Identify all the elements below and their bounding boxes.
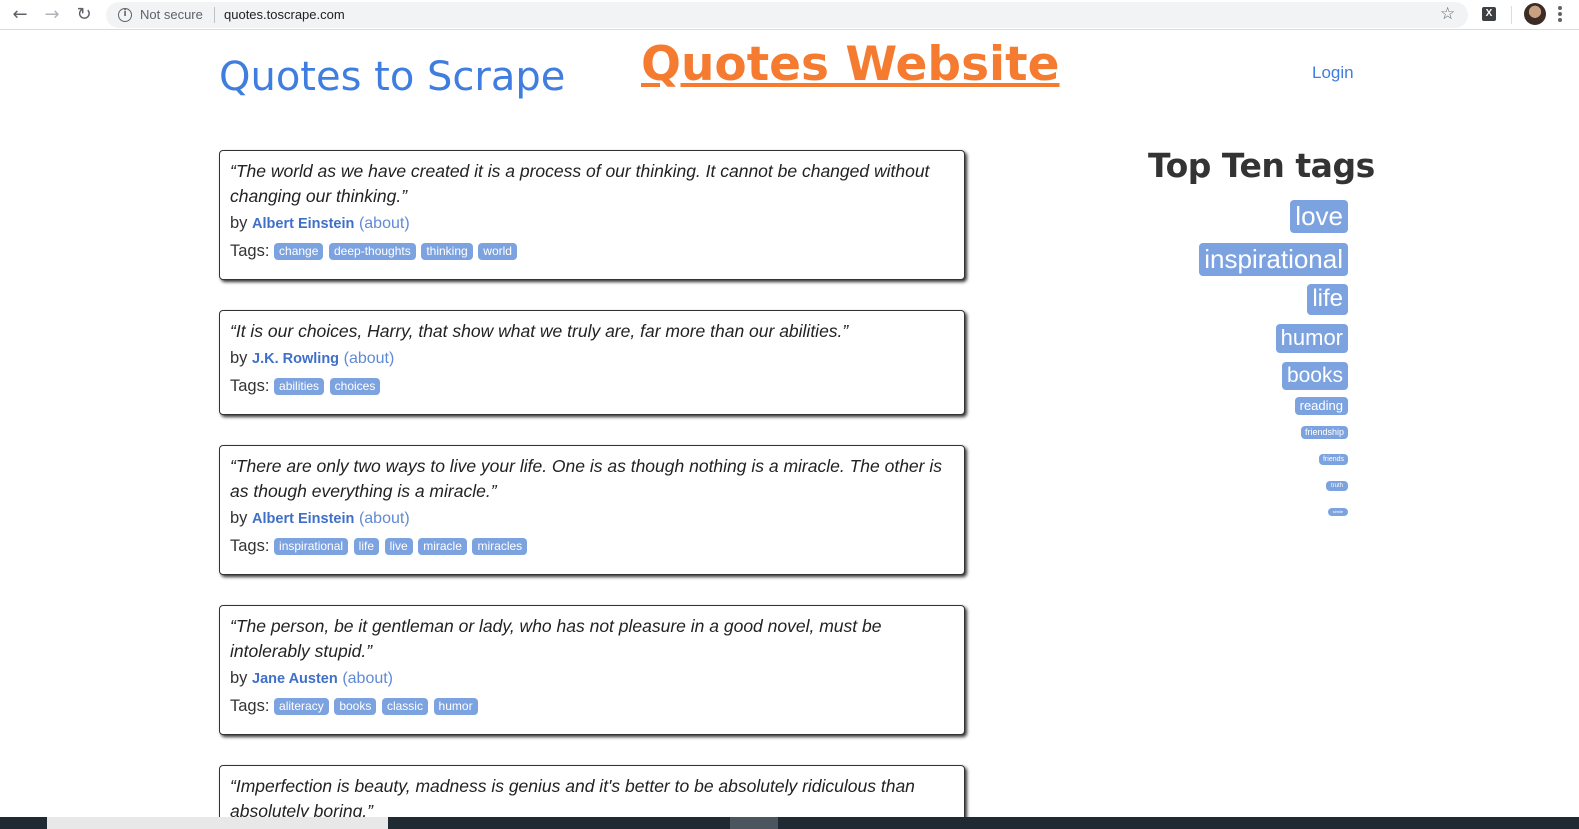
extension-icon[interactable]: X [1482, 7, 1496, 21]
login-link[interactable]: Login [1312, 63, 1354, 83]
top-tag-inspirational[interactable]: inspirational [1199, 243, 1348, 276]
tag-link[interactable]: deep-thoughts [329, 243, 416, 261]
by-label: by [230, 509, 248, 527]
top-tag-friends[interactable]: friends [1318, 454, 1348, 465]
tags-line: Tags: abilities choices [230, 377, 954, 396]
tag-link[interactable]: miracles [472, 538, 528, 556]
author-line: by Albert Einstein (about) [230, 509, 954, 528]
info-icon[interactable]: i [118, 8, 132, 22]
tag-link[interactable]: abilities [274, 378, 325, 396]
about-link[interactable]: (about) [359, 215, 410, 232]
profile-avatar[interactable] [1524, 3, 1546, 25]
author-name: Jane Austen [252, 671, 338, 687]
tag-link[interactable]: books [334, 698, 377, 716]
quote-text: “It is our choices, Harry, that show wha… [230, 321, 849, 341]
address-divider [214, 7, 215, 23]
top-tags-heading: Top Ten tags [1148, 146, 1375, 185]
quote-card: “There are only two ways to live your li… [219, 445, 965, 575]
quote-text: “The world as we have created it is a pr… [230, 161, 930, 206]
quote-card: “The person, be it gentleman or lady, wh… [219, 605, 965, 735]
os-taskbar [0, 817, 1579, 829]
tags-line: Tags: aliteracy books classic humor [230, 697, 954, 716]
url-text[interactable]: quotes.toscrape.com [224, 7, 345, 22]
quote-text: “The person, be it gentleman or lady, wh… [230, 616, 882, 661]
quote-text: “There are only two ways to live your li… [230, 456, 942, 501]
about-link[interactable]: (about) [344, 350, 395, 367]
tag-link[interactable]: life [353, 538, 380, 556]
author-line: by Albert Einstein (about) [230, 214, 954, 233]
tags-label: Tags: [230, 537, 270, 555]
by-label: by [230, 214, 248, 232]
tags-line: Tags: change deep-thoughts thinking worl… [230, 242, 954, 261]
top-tag-life[interactable]: life [1307, 284, 1348, 315]
tag-link[interactable]: world [478, 243, 517, 261]
security-status[interactable]: Not secure [140, 7, 203, 22]
about-link[interactable]: (about) [342, 670, 393, 687]
by-label: by [230, 669, 248, 687]
toolbar-divider [1511, 6, 1512, 24]
author-name: J.K. Rowling [252, 351, 340, 367]
author-line: by Jane Austen (about) [230, 669, 954, 688]
tag-link[interactable]: live [384, 538, 413, 556]
top-tag-reading[interactable]: reading [1294, 397, 1348, 415]
browser-toolbar: ← → ↻ i Not secure quotes.toscrape.com ☆… [0, 0, 1579, 30]
top-tag-humor[interactable]: humor [1275, 324, 1348, 353]
bookmark-star-icon[interactable]: ☆ [1440, 4, 1455, 24]
back-arrow-icon[interactable]: ← [9, 4, 31, 26]
tag-link[interactable]: aliteracy [274, 698, 329, 716]
tags-label: Tags: [230, 377, 270, 395]
tags-label: Tags: [230, 242, 270, 260]
overlay-title: Quotes Website [641, 37, 1060, 92]
top-tag-books[interactable]: books [1281, 362, 1348, 390]
reload-icon[interactable]: ↻ [73, 4, 95, 26]
author-line: by J.K. Rowling (about) [230, 349, 954, 368]
tag-link[interactable]: inspirational [274, 538, 349, 556]
author-name: Albert Einstein [252, 216, 355, 232]
tag-link[interactable]: choices [329, 378, 381, 396]
quote-card: “It is our choices, Harry, that show wha… [219, 310, 965, 415]
taskbar-item[interactable] [730, 817, 778, 829]
tag-link[interactable]: miracle [418, 538, 467, 556]
tag-link[interactable]: humor [433, 698, 478, 716]
top-tag-love[interactable]: love [1290, 200, 1348, 233]
about-link[interactable]: (about) [359, 510, 410, 527]
site-title[interactable]: Quotes to Scrape [219, 54, 565, 100]
taskbar-item[interactable] [47, 817, 388, 829]
tag-link[interactable]: classic [381, 698, 428, 716]
tags-line: Tags: inspirational life live miracle mi… [230, 537, 954, 556]
by-label: by [230, 349, 248, 367]
author-name: Albert Einstein [252, 511, 355, 527]
browser-menu-icon[interactable] [1558, 6, 1562, 24]
tag-link[interactable]: thinking [421, 243, 473, 261]
tags-label: Tags: [230, 697, 270, 715]
tag-link[interactable]: change [274, 243, 324, 261]
top-tag-friendship[interactable]: friendship [1300, 426, 1348, 439]
address-bar[interactable]: i Not secure quotes.toscrape.com ☆ [106, 2, 1468, 28]
quote-card: “The world as we have created it is a pr… [219, 150, 965, 280]
top-tag-truth[interactable]: truth [1325, 481, 1348, 491]
forward-arrow-icon[interactable]: → [41, 4, 63, 26]
top-tag-simile[interactable]: simile [1327, 508, 1348, 516]
